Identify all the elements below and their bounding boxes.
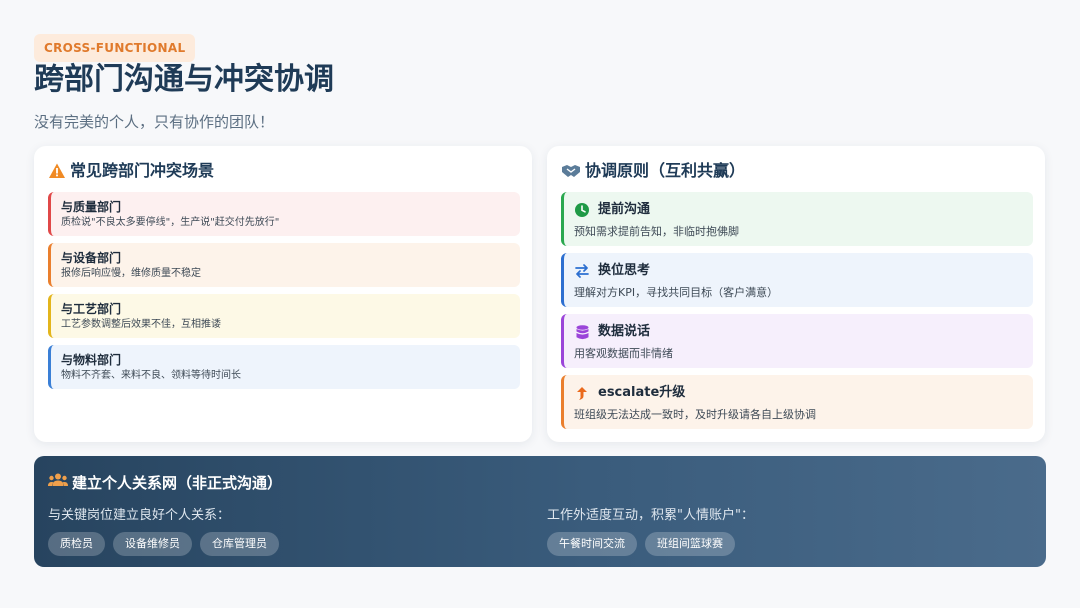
swap-icon — [574, 263, 590, 279]
scene-desc: 质检说"不良太多要停线"，生产说"赶交付先放行" — [61, 217, 280, 228]
chip-warehouse: 仓库管理员 — [200, 532, 279, 556]
conflict-card-title-text: 常见跨部门冲突场景 — [70, 161, 215, 180]
scene-title: 与物料部门 — [61, 353, 122, 367]
principle-title: 换位思考 — [598, 263, 651, 278]
network-left-label: 与关键岗位建立良好个人关系： — [48, 508, 231, 523]
principle-desc: 理解对方KPI，寻找共同目标（客户满意） — [574, 286, 779, 299]
chip-basketball: 班组间篮球赛 — [645, 532, 735, 556]
scene-title: 与工艺部门 — [61, 302, 122, 316]
principles-card-title-text: 协调原则（互利共赢） — [585, 161, 746, 180]
scene-item-quality: 与质量部门 质检说"不良太多要停线"，生产说"赶交付先放行" — [48, 192, 520, 236]
principle-item-empathy: 换位思考 理解对方KPI，寻找共同目标（客户满意） — [561, 253, 1033, 307]
principle-item-data: 数据说话 用客观数据而非情绪 — [561, 314, 1033, 368]
scene-item-equipment: 与设备部门 报修后响应慢，维修质量不稳定 — [48, 243, 520, 287]
scene-title: 与设备部门 — [61, 251, 122, 265]
conflict-card-title: 常见跨部门冲突场景 — [48, 160, 214, 182]
principle-item-escalate: escalate升级 班组级无法达成一致时，及时升级请各自上级协调 — [561, 375, 1033, 429]
conflict-scenarios-card: 常见跨部门冲突场景 与质量部门 质检说"不良太多要停线"，生产说"赶交付先放行"… — [34, 146, 532, 442]
scene-item-process: 与工艺部门 工艺参数调整后效果不佳，互相推诿 — [48, 294, 520, 338]
principles-card-title: 协调原则（互利共赢） — [561, 160, 745, 182]
users-icon — [48, 472, 68, 494]
principle-item-advance: 提前沟通 预知需求提前告知，非临时抱佛脚 — [561, 192, 1033, 246]
handshake-icon — [561, 163, 581, 179]
network-title-text: 建立个人关系网（非正式沟通） — [72, 474, 283, 492]
scene-item-material: 与物料部门 物料不齐套、来料不良、领料等待时间长 — [48, 345, 520, 389]
principle-title: escalate升级 — [598, 385, 686, 400]
principles-card: 协调原则（互利共赢） 提前沟通 预知需求提前告知，非临时抱佛脚 换位思考 理解对… — [547, 146, 1045, 442]
scene-desc: 工艺参数调整后效果不佳，互相推诿 — [61, 319, 221, 330]
network-right-group: 工作外适度互动，积累"人情账户"： 午餐时间交流 班组间篮球赛 — [547, 507, 754, 556]
network-banner: 建立个人关系网（非正式沟通） 与关键岗位建立良好个人关系： 质检员 设备维修员 … — [34, 456, 1046, 567]
chip-lunch: 午餐时间交流 — [547, 532, 637, 556]
section-tag: CROSS-FUNCTIONAL — [34, 34, 196, 62]
warning-icon — [48, 162, 66, 180]
network-title: 建立个人关系网（非正式沟通） — [48, 472, 282, 494]
network-left-group: 与关键岗位建立良好个人关系： 质检员 设备维修员 仓库管理员 — [48, 507, 279, 556]
clock-icon — [574, 202, 590, 218]
scene-title: 与质量部门 — [61, 200, 122, 214]
network-right-label: 工作外适度互动，积累"人情账户"： — [547, 508, 754, 523]
principle-desc: 用客观数据而非情绪 — [574, 347, 673, 360]
chip-maintenance: 设备维修员 — [113, 532, 192, 556]
principle-desc: 预知需求提前告知，非临时抱佛脚 — [574, 225, 739, 238]
page-title: 跨部门沟通与冲突协调 — [34, 62, 334, 97]
arrow-up-icon — [574, 385, 590, 401]
page-subtitle: 没有完美的个人，只有协作的团队！ — [34, 113, 275, 131]
principle-desc: 班组级无法达成一致时，及时升级请各自上级协调 — [574, 408, 816, 421]
scene-desc: 报修后响应慢，维修质量不稳定 — [61, 268, 201, 279]
database-icon — [574, 324, 590, 340]
principle-title: 数据说话 — [598, 324, 651, 339]
chip-quality-inspector: 质检员 — [48, 532, 105, 556]
principle-title: 提前沟通 — [598, 202, 651, 217]
scene-desc: 物料不齐套、来料不良、领料等待时间长 — [61, 370, 241, 381]
